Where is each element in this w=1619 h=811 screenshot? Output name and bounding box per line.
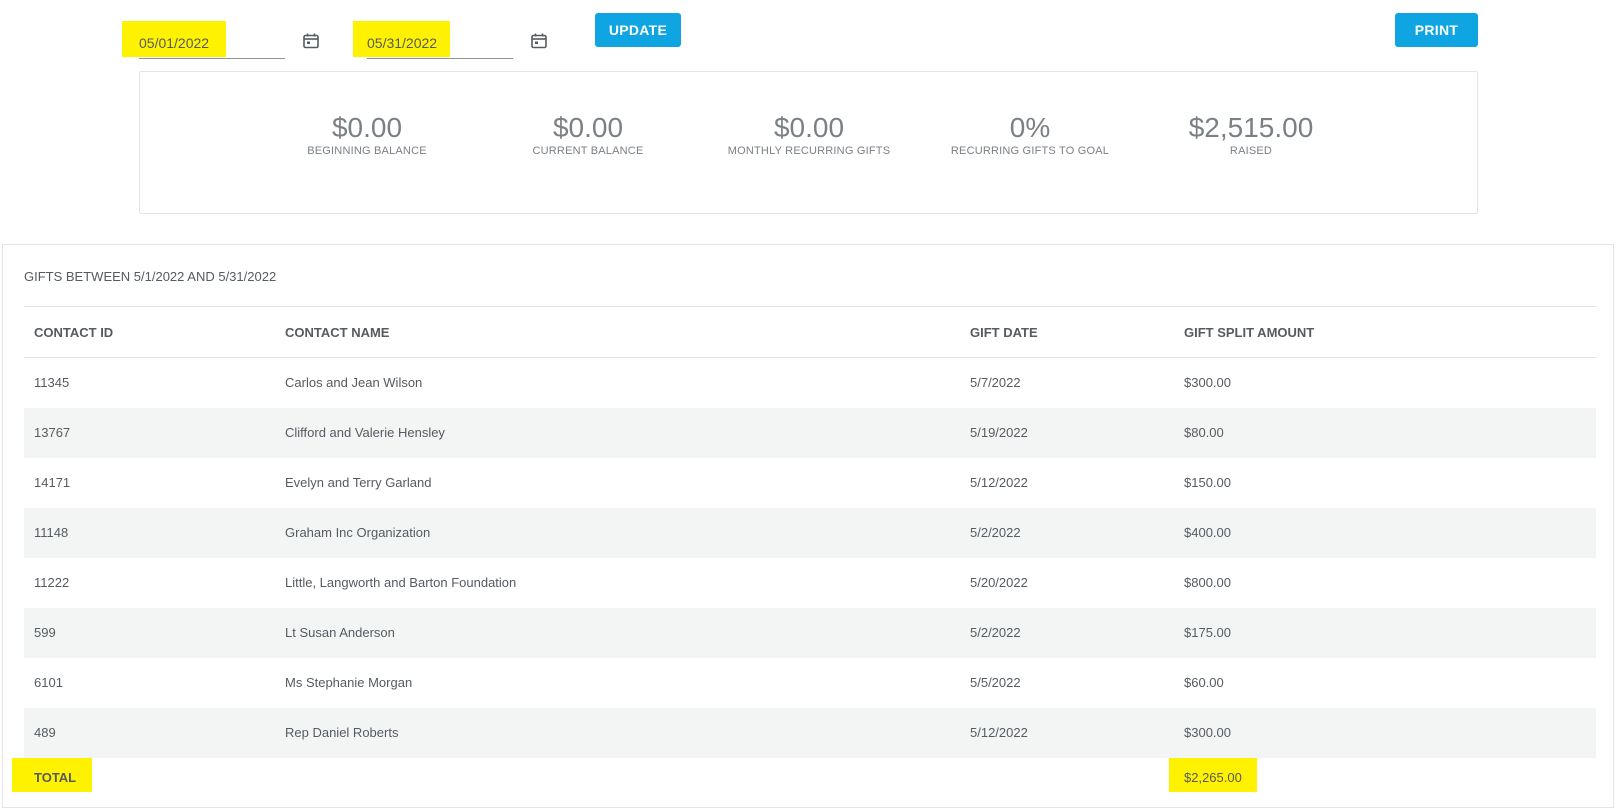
gift-amount-cell: $300.00 — [1184, 725, 1231, 740]
table-row: 599 Lt Susan Anderson 5/2/2022 $175.00 — [24, 608, 1596, 658]
stat-value: $2,515.00 — [1188, 112, 1314, 143]
start-date-field[interactable] — [139, 28, 285, 59]
update-button[interactable]: UPDATE — [595, 13, 681, 47]
table-body: 11345 Carlos and Jean Wilson 5/7/2022 $3… — [24, 358, 1596, 758]
gift-date-cell: 5/7/2022 — [970, 375, 1021, 390]
gift-date-cell: 5/2/2022 — [970, 525, 1021, 540]
gift-date-cell: 5/2/2022 — [970, 625, 1021, 640]
gift-date-cell: 5/19/2022 — [970, 425, 1028, 440]
contact-name-cell: Clifford and Valerie Hensley — [285, 425, 445, 440]
table-row: 14171 Evelyn and Terry Garland 5/12/2022… — [24, 458, 1596, 508]
gift-date-cell: 5/5/2022 — [970, 675, 1021, 690]
gift-amount-cell: $400.00 — [1184, 525, 1231, 540]
contact-name-cell: Ms Stephanie Morgan — [285, 675, 413, 690]
monthly-recurring-gifts-stat: $0.00 MONTHLY RECURRING GIFTS — [709, 112, 909, 157]
gift-amount-cell: $80.00 — [1184, 425, 1224, 440]
contact-name-cell: Rep Daniel Roberts — [285, 725, 399, 740]
table-row: 6101 Ms Stephanie Morgan 5/5/2022 $60.00 — [24, 658, 1596, 708]
stat-value: $0.00 — [773, 112, 845, 143]
contact-id-cell: 6101 — [34, 675, 63, 690]
column-header-contact-name[interactable]: CONTACT NAME — [285, 325, 389, 340]
table-row: 11345 Carlos and Jean Wilson 5/7/2022 $3… — [24, 358, 1596, 408]
column-header-contact-id[interactable]: CONTACT ID — [34, 325, 113, 340]
start-date-input[interactable] — [139, 30, 285, 56]
stat-label: RECURRING GIFTS TO GOAL — [950, 145, 1110, 157]
stat-label: BEGINNING BALANCE — [307, 145, 427, 157]
table-row: 11148 Graham Inc Organization 5/2/2022 $… — [24, 508, 1596, 558]
gift-amount-cell: $60.00 — [1184, 675, 1224, 690]
calendar-icon[interactable] — [302, 32, 320, 50]
gift-date-cell: 5/12/2022 — [970, 475, 1028, 490]
current-balance-stat: $0.00 CURRENT BALANCE — [488, 112, 688, 157]
stat-label: MONTHLY RECURRING GIFTS — [727, 145, 891, 157]
gift-amount-cell: $300.00 — [1184, 375, 1231, 390]
contact-id-cell: 13767 — [34, 425, 71, 440]
contact-id-cell: 11345 — [34, 375, 70, 390]
gifts-panel: GIFTS BETWEEN 5/1/2022 AND 5/31/2022 CON… — [2, 244, 1614, 808]
gift-amount-cell: $175.00 — [1184, 625, 1231, 640]
stat-value: $0.00 — [331, 112, 403, 143]
summary-card: $0.00 BEGINNING BALANCE $0.00 CURRENT BA… — [139, 71, 1478, 214]
gift-date-cell: 5/20/2022 — [970, 575, 1028, 590]
table-header: CONTACT ID CONTACT NAME GIFT DATE GIFT S… — [24, 307, 1596, 358]
gifts-report-page: UPDATE PRINT $0.00 BEGINNING BALANCE $0.… — [0, 0, 1619, 811]
contact-name-cell: Carlos and Jean Wilson — [285, 375, 423, 390]
contact-name-cell: Graham Inc Organization — [285, 525, 431, 540]
beginning-balance-stat: $0.00 BEGINNING BALANCE — [267, 112, 467, 157]
stat-value: $0.00 — [552, 112, 624, 143]
gifts-title: GIFTS BETWEEN 5/1/2022 AND 5/31/2022 — [24, 269, 277, 284]
stat-label: RAISED — [1229, 145, 1273, 157]
stat-label: CURRENT BALANCE — [532, 145, 644, 157]
end-date-input[interactable] — [367, 30, 513, 56]
raised-stat: $2,515.00 RAISED — [1151, 112, 1351, 157]
contact-name-cell: Evelyn and Terry Garland — [285, 475, 432, 490]
end-date-field[interactable] — [367, 28, 513, 59]
calendar-icon[interactable] — [530, 32, 548, 50]
table-row: 489 Rep Daniel Roberts 5/12/2022 $300.00 — [24, 708, 1596, 758]
total-row: TOTAL $2,265.00 — [12, 758, 1596, 806]
gift-amount-cell: $150.00 — [1184, 475, 1231, 490]
contact-id-cell: 11148 — [34, 525, 69, 540]
total-label: TOTAL — [34, 770, 77, 785]
column-header-gift-split-amount[interactable]: GIFT SPLIT AMOUNT — [1184, 325, 1314, 340]
recurring-gifts-to-goal-stat: 0% RECURRING GIFTS TO GOAL — [930, 112, 1130, 157]
print-button[interactable]: PRINT — [1395, 13, 1478, 47]
total-amount: $2,265.00 — [1184, 770, 1242, 785]
gift-amount-cell: $800.00 — [1184, 575, 1231, 590]
stat-value: 0% — [1009, 112, 1051, 143]
contact-id-cell: 599 — [34, 625, 56, 640]
contact-id-cell: 14171 — [34, 475, 71, 490]
contact-id-cell: 489 — [34, 725, 56, 740]
contact-name-cell: Little, Langworth and Barton Foundation — [285, 575, 517, 590]
contact-name-cell: Lt Susan Anderson — [285, 625, 395, 640]
column-header-gift-date[interactable]: GIFT DATE — [970, 325, 1038, 340]
table-row: 13767 Clifford and Valerie Hensley 5/19/… — [24, 408, 1596, 458]
contact-id-cell: 11222 — [34, 575, 70, 590]
gift-date-cell: 5/12/2022 — [970, 725, 1028, 740]
table-row: 11222 Little, Langworth and Barton Found… — [24, 558, 1596, 608]
